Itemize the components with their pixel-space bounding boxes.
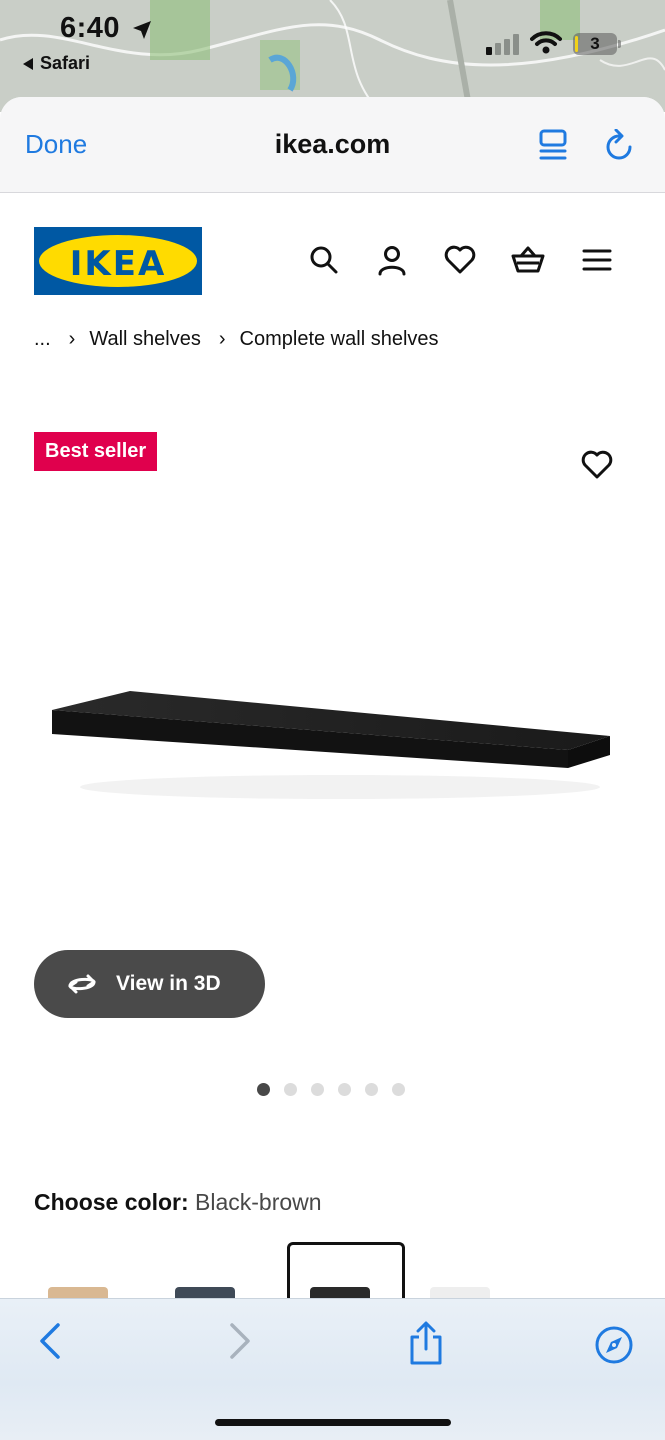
ikea-logo[interactable]: IKEA [34,227,202,295]
reload-icon[interactable] [604,129,636,163]
breadcrumb-separator-icon: › [218,328,226,350]
gallery-dot[interactable] [284,1083,297,1096]
compass-icon[interactable] [594,1325,634,1365]
gallery-dot[interactable] [311,1083,324,1096]
breadcrumb: ... › Wall shelves › Complete wall shelv… [34,328,439,351]
back-app-label: Safari [40,53,91,73]
selected-color-value: Black-brown [195,1189,322,1215]
choose-color-line: Choose color: Black-brown [34,1189,322,1216]
share-icon[interactable] [408,1321,444,1367]
best-seller-badge: Best seller [34,432,158,471]
add-to-favourites-icon[interactable] [580,449,614,481]
gallery-dot[interactable] [338,1083,351,1096]
status-bar: 6:40 Safari 3 [0,0,665,112]
reader-view-icon[interactable] [538,129,568,161]
rotate-3d-icon [68,974,96,994]
safari-view-sheet: Done ikea.com IKEA ... › Wall shelves › … [0,97,665,1440]
breadcrumb-item-complete-wall-shelves[interactable]: Complete wall shelves [240,328,439,351]
cart-icon[interactable] [510,244,546,276]
account-icon[interactable] [376,244,408,276]
gallery-dot[interactable] [365,1083,378,1096]
choose-color-label: Choose color: [34,1189,189,1215]
breadcrumb-ellipsis[interactable]: ... [34,328,51,351]
status-time: 6:40 [60,12,121,44]
safari-toolbar [0,1298,665,1440]
breadcrumb-separator-icon: › [68,328,76,350]
view-in-3d-label: View in 3D [116,972,221,995]
gallery-dot-active[interactable] [257,1083,270,1096]
location-arrow-icon [133,21,151,39]
logo-text: IKEA [69,244,167,284]
battery-indicator: 3 [573,33,621,55]
product-image-shelf[interactable] [40,677,620,817]
breadcrumb-item-wall-shelves[interactable]: Wall shelves [89,328,201,351]
back-icon[interactable] [38,1321,62,1361]
search-icon[interactable] [308,244,340,276]
gallery-pagination [257,1083,405,1096]
battery-level: 3 [590,34,600,53]
view-in-3d-button[interactable]: View in 3D [34,950,265,1018]
home-indicator[interactable] [215,1419,451,1426]
cellular-signal-icon [486,34,519,55]
wifi-icon [530,31,562,54]
back-to-safari-link[interactable]: Safari [22,53,90,74]
forward-icon[interactable] [228,1321,252,1361]
back-triangle-icon [23,57,33,70]
favourites-icon[interactable] [443,244,477,276]
menu-icon[interactable] [582,244,612,276]
safari-header: Done ikea.com [0,97,665,193]
gallery-dot[interactable] [392,1083,405,1096]
